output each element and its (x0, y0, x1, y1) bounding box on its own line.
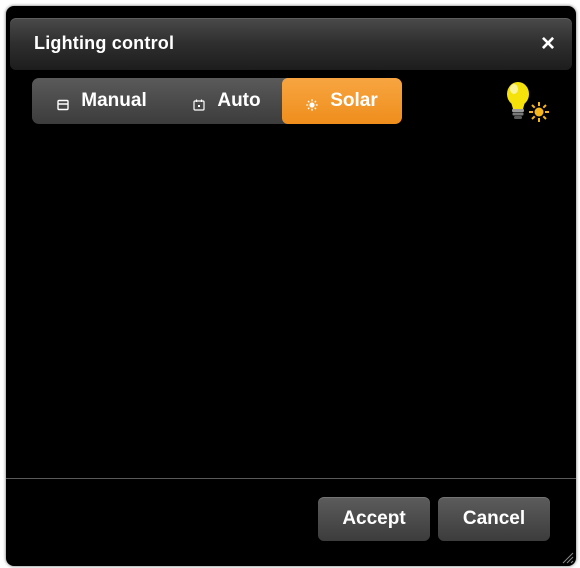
mode-solar-button[interactable]: Solar (282, 78, 402, 124)
cancel-button[interactable]: Cancel (438, 497, 550, 541)
footer-divider (6, 478, 576, 479)
sun-icon (306, 95, 318, 111)
mode-manual-button[interactable]: Manual (32, 78, 172, 124)
mode-solar-label: Solar (330, 90, 378, 111)
mode-auto-button[interactable]: Auto (172, 78, 282, 124)
manual-icon (57, 95, 69, 111)
dialog-titlebar: Lighting control × (10, 18, 572, 70)
mode-auto-label: Auto (217, 90, 261, 111)
resize-grip-icon[interactable] (560, 550, 574, 564)
close-button[interactable]: × (534, 30, 562, 58)
mode-selector: Manual Auto Solar (32, 78, 402, 124)
auto-icon (193, 95, 205, 111)
accept-button[interactable]: Accept (318, 497, 430, 541)
mode-manual-label: Manual (81, 90, 147, 111)
lightbulb-sun-icon (502, 80, 552, 124)
dialog-title: Lighting control (34, 33, 175, 53)
lighting-control-dialog: Lighting control × Manual Auto Solar Acc… (6, 6, 576, 566)
